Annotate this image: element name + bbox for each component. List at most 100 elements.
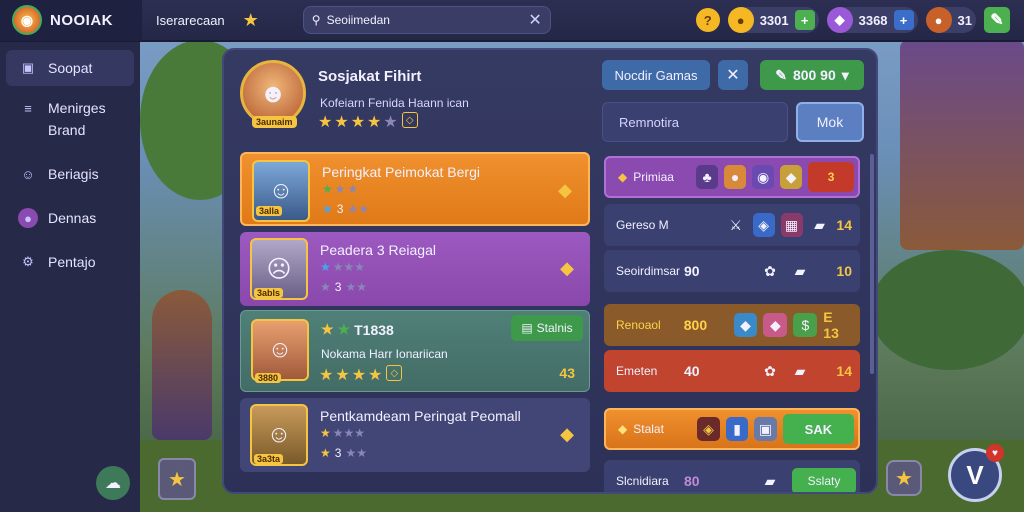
sidebar-item-soopat[interactable]: ▣ Soopat (6, 50, 134, 86)
status-button[interactable]: ▤ Stalnis (511, 315, 583, 341)
card-title: Peringkat Peimokat Bergi (322, 164, 480, 180)
achievements-button[interactable]: ★ (886, 460, 922, 496)
scroll-icon: ▦ (780, 213, 803, 237)
close-button[interactable]: ✕ (718, 60, 748, 90)
hero-portrait: ☺ (251, 319, 309, 381)
reward-row[interactable]: ◆ Primiaa ♣ ● ◉ ◆ 3 (604, 156, 860, 198)
reward-row[interactable]: ◆ Stalat ◈ ▮ ▣ SAK (604, 408, 860, 450)
row-name: Emeten (616, 364, 658, 378)
add-gold-button[interactable]: + (794, 10, 815, 30)
clear-search-icon[interactable]: ✕ (528, 10, 541, 30)
potion-icon: ▮ (725, 417, 749, 441)
card-subtitle: Nokama Harr Ionariican (321, 347, 448, 361)
panel-subtitle: Kofeiarn Fenida Haann ican (320, 96, 469, 110)
settings-button[interactable]: ✎ (984, 7, 1010, 33)
gold-coin-icon: ● (727, 7, 754, 33)
panel-title: Sosjakat Fihirt (318, 68, 422, 85)
sidebar-item-dennas[interactable]: ● Dennas (0, 200, 140, 236)
energy-icon: ● (925, 7, 952, 33)
reward-row[interactable]: Emeten 40 ✿ ▰ 14 (604, 350, 860, 392)
reward-row[interactable]: Gereso M ⚔ ◈ ▦ ▰ 14 (604, 204, 860, 246)
chart-icon: ▤ (521, 321, 533, 335)
hero-level: 3abls (254, 288, 284, 298)
scrollbar[interactable] (870, 154, 874, 374)
card-title-row: ★ ★ T1838 (321, 321, 394, 338)
diamond-icon: ◆ (558, 180, 572, 200)
star-icon: ◆ (618, 422, 628, 436)
favorites-button[interactable]: ★ (158, 458, 196, 500)
sidebar-item-brand[interactable]: Brand (0, 118, 140, 142)
row-count: 14 (836, 363, 852, 379)
ore-icon: ✿ (764, 362, 776, 379)
row-count: E 13 (823, 309, 839, 341)
star-icon: ★ (383, 114, 398, 131)
wood-icon: ▰ (794, 262, 806, 279)
rank-badge-icon: ◇ (401, 112, 418, 128)
reward-row[interactable]: Renoaol 800 ◆ ◆ $ E 13 (604, 304, 860, 346)
card-num: 3 (334, 280, 342, 294)
rune-icon: ◈ (697, 417, 720, 441)
home-icon: ▣ (21, 60, 35, 75)
gem-icon: ◆ (826, 7, 853, 33)
row-value: 90 (684, 263, 700, 279)
sword-icon: ⚔ (729, 216, 743, 233)
sidebar-item-beriagis[interactable]: ☺ Beriagis (0, 156, 140, 192)
diamond-icon: ◆ (560, 258, 574, 278)
row-value: 80 (684, 473, 700, 489)
shield-icon: ◈ (752, 213, 775, 237)
quest-card[interactable]: ☺ 3a3ta Pentkamdeam Peringat Peomall ★ ★★… (240, 398, 590, 472)
reward-row[interactable]: Seoirdimsar 90 ✿ ▰ 10 (604, 250, 860, 292)
star-icon: ★ (337, 321, 351, 337)
coins-button[interactable]: ✎ 800 90 ▾ (760, 60, 864, 90)
name-input[interactable]: Remnotira (602, 102, 788, 142)
armor-icon: ▣ (754, 417, 777, 441)
diamond-icon: ◆ (560, 424, 574, 444)
item-icon: ◉ (752, 165, 775, 189)
row-action-button[interactable]: 3 (808, 162, 855, 192)
star-icon: ★ (334, 114, 349, 131)
row-name: Stalat (633, 422, 664, 436)
logo-badge-icon: ◉ (12, 5, 42, 35)
quest-card[interactable]: ☺ 3alla Peringkat Peimokat Bergi ★ ★ ★ ★ 3 ★… (240, 152, 590, 226)
search-input[interactable]: Seoiimedan (327, 13, 390, 27)
claim-button[interactable]: SAK (782, 414, 854, 444)
chat-button[interactable]: ☁ (96, 466, 130, 500)
card-stats: ★ 3 ★★ (322, 202, 369, 216)
status-label: Stalnis (536, 321, 573, 335)
item-icon: ◆ (780, 165, 803, 189)
row-count: 10 (836, 263, 852, 279)
user-name[interactable]: Iserarecaan (156, 13, 225, 28)
gem-icon: ◆ (763, 313, 788, 337)
quest-card[interactable]: ☹ 3abls Peadera 3 Reiagal ★ ★★★ ★ 3 ★★ ◆ (240, 232, 590, 306)
gem-currency: ◆ 3368 + (826, 7, 918, 33)
search-bar[interactable]: ⚲ Seoiimedan ✕ (302, 6, 551, 34)
reward-row[interactable]: Slcnidiara 80 ▰ Sslaty (604, 460, 860, 492)
sidebar-item-pentajo[interactable]: ⚙ Pentajo (0, 244, 140, 280)
coin-icon: ✎ (775, 66, 787, 83)
sidebar-item-label: Pentajo (48, 254, 96, 270)
gold-amount: 3301 (759, 12, 789, 28)
logo-text: NOOIAK (50, 11, 113, 29)
favorite-star-icon[interactable]: ★ (243, 10, 259, 31)
row-name: Primiaa (633, 170, 674, 184)
row-button[interactable]: Sslaty (792, 468, 856, 492)
help-icon[interactable]: ? (695, 8, 720, 32)
people-icon: ☺ (21, 166, 35, 182)
app-logo[interactable]: ◉ NOOIAK (0, 0, 142, 41)
card-title: Peadera 3 Reiagal (320, 242, 436, 258)
top-bar: ◉ NOOIAK Iserarecaan ★ ⚲ Seoiimedan ✕ ? … (0, 0, 1024, 42)
gem-amount: 3368 (858, 12, 888, 28)
add-gem-button[interactable]: + (893, 10, 914, 30)
row-value: 40 (684, 363, 700, 379)
card-title: Pentkamdeam Peringat Peomall (320, 408, 521, 424)
ore-icon: ✿ (764, 262, 776, 279)
background-bush (870, 250, 1024, 370)
star-icon: ◆ (618, 170, 628, 184)
row-name: Slcnidiara (616, 474, 669, 488)
star-icon: ★ (321, 321, 334, 337)
card-stars: ★ ★★★ (320, 426, 366, 440)
quest-card-selected[interactable]: ☺ 3880 ★ ★ T1838 ▤ Stalnis Nokama Harr Io… (240, 310, 590, 392)
new-games-button[interactable]: Nocdir Gamas (602, 60, 710, 90)
confirm-button[interactable]: Mok (796, 102, 864, 142)
card-value: 43 (559, 365, 575, 381)
